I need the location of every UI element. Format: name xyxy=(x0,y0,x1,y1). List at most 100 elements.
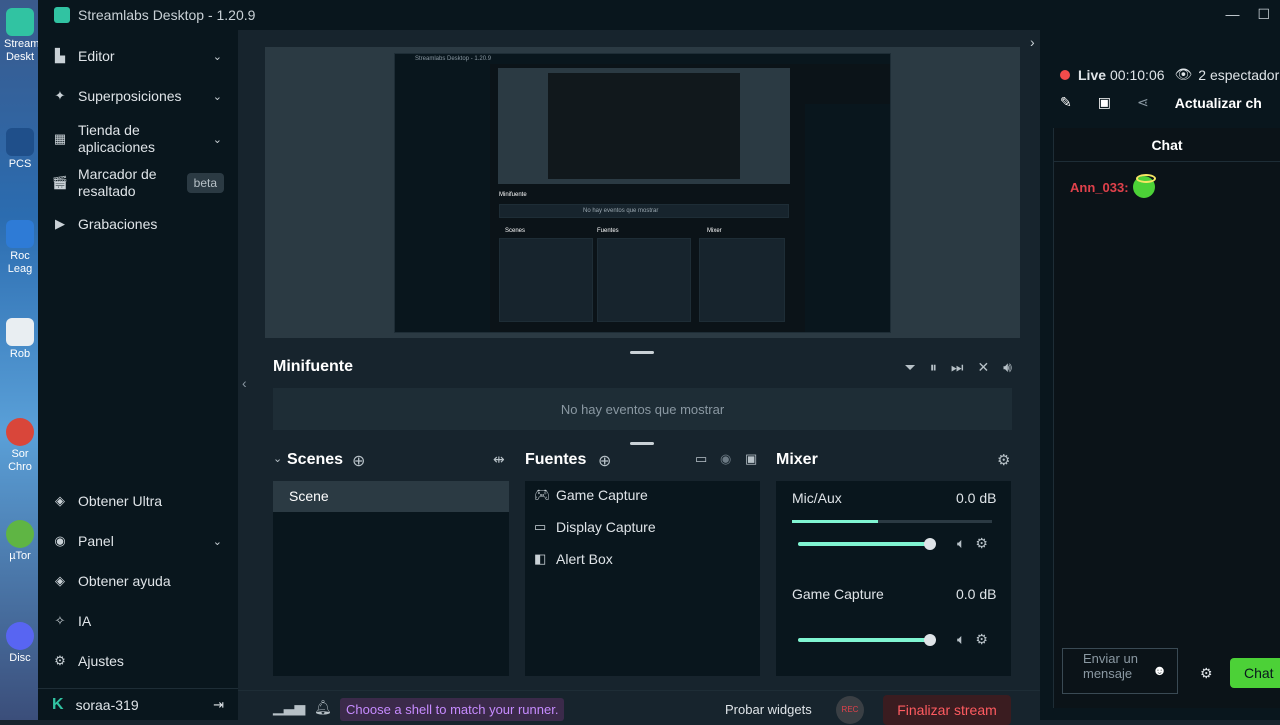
maximize-button[interactable]: ☐ xyxy=(1257,6,1270,23)
sources-panel xyxy=(525,481,760,676)
mixer-settings-gear-icon[interactable]: ⚙ xyxy=(997,451,1010,469)
preview-capture: Streamlabs Desktop - 1.20.9 Minifuente N… xyxy=(394,53,891,333)
sidebar-item-help[interactable]: ◈ Obtener ayuda xyxy=(38,571,238,591)
emoji-picker-icon[interactable]: ☻ xyxy=(1152,663,1167,678)
collapse-sidebar-icon[interactable]: ‹ xyxy=(242,375,247,391)
sidebar-item-settings[interactable]: ⚙ Ajustes xyxy=(38,651,238,671)
add-scene-icon[interactable]: ⊕ xyxy=(352,451,365,471)
mixer-title: Mixer xyxy=(776,451,818,468)
pause-icon[interactable]: ⏸ xyxy=(930,359,937,376)
folder-icon[interactable]: ▣ xyxy=(745,451,757,467)
mixer-channel-name: Game Capture xyxy=(792,586,884,602)
desktop-icon-rocket-league[interactable]: Roc Leag xyxy=(4,220,36,276)
source-camera-icon[interactable]: ◉ xyxy=(720,451,731,467)
live-indicator-icon xyxy=(1060,69,1070,80)
chat-input-placeholder: Enviar un mensaje xyxy=(1083,651,1138,681)
source-item[interactable]: 🎮︎ Game Capture xyxy=(534,487,648,503)
ai-sparkle-icon: ✧ xyxy=(54,613,66,628)
volume-slider[interactable] xyxy=(798,638,930,642)
source-item[interactable]: ▭ Display Capture xyxy=(534,519,656,535)
live-label: Live xyxy=(1078,66,1107,83)
minimize-button[interactable]: — xyxy=(1225,6,1239,23)
sidebar-item-dashboard[interactable]: ◉ Panel ⌄ xyxy=(38,531,238,551)
test-widgets-button[interactable]: Probar widgets xyxy=(725,702,812,717)
desktop-icon-chrome[interactable]: Sor Chro xyxy=(4,418,36,474)
logout-icon[interactable]: ⇥ xyxy=(213,697,224,713)
update-chat-button[interactable]: Actualizar ch xyxy=(1175,95,1262,111)
sidebar-item-label: Marcador de resaltado xyxy=(78,166,157,199)
dock-tools-row: ✎ ▣ ⋖ Actualizar ch xyxy=(1060,94,1280,111)
desktop-icon-label: Rob xyxy=(9,348,31,360)
notifications-bell-icon[interactable]: 🔔︎ xyxy=(314,699,332,716)
streamlabs-logo-icon xyxy=(54,7,70,23)
mute-alerts-icon[interactable]: ✕ xyxy=(977,359,989,376)
chat-header: Chat xyxy=(1054,128,1280,162)
volume-slider[interactable] xyxy=(798,542,930,546)
scene-transitions-icon[interactable]: ⇹ xyxy=(493,451,505,468)
sidebar-item-get-ultra[interactable]: ◈ Obtener Ultra xyxy=(38,491,238,511)
collapse-scenes-icon[interactable]: ⌄ xyxy=(273,452,282,465)
mixer-channel-controls: 🔈︎ ⚙ xyxy=(957,535,988,552)
end-stream-button[interactable]: Finalizar stream xyxy=(883,695,1011,725)
chat-username[interactable]: Ann_033 xyxy=(1070,180,1124,195)
volume-icon[interactable]: 🔊︎ xyxy=(1003,359,1012,376)
desktop-icon-pcs[interactable]: PCS xyxy=(4,128,36,171)
gamepad-icon: 🎮︎ xyxy=(534,487,551,502)
nested-minifeed-title: Minifuente xyxy=(499,192,527,198)
chat-settings-gear-icon[interactable]: ⚙ xyxy=(1200,665,1213,682)
channel-gear-icon[interactable]: ⚙ xyxy=(975,535,988,552)
volume-slider-knob[interactable] xyxy=(924,634,936,646)
sources-title: Fuentes xyxy=(525,451,587,468)
sidebar-item-recordings[interactable]: ▶ Grabaciones xyxy=(38,214,238,234)
sidebar-item-app-store[interactable]: ▦ Tienda de aplicaciones ⌄ xyxy=(38,122,238,156)
desktop-icon-label: Disc xyxy=(9,652,31,664)
chevron-down-icon[interactable]: ⌄ xyxy=(213,50,222,63)
monitor-icon: ▭ xyxy=(534,519,547,534)
source-item[interactable]: ◧ Alert Box xyxy=(534,551,613,567)
send-chat-button[interactable]: Chat xyxy=(1230,658,1280,688)
chat-message-input[interactable]: Enviar un mensaje ☻ xyxy=(1062,648,1178,694)
sidebar-item-highlighter[interactable]: 🎬︎ Marcador de resaltado beta xyxy=(38,166,238,200)
sidebar-item-label: Obtener Ultra xyxy=(78,493,163,509)
video-camera-icon[interactable]: ▣ xyxy=(1098,94,1111,111)
sidebar-item-ai[interactable]: ✧ IA xyxy=(38,611,238,631)
mixer-channel-db: 0.0 dB xyxy=(956,586,997,602)
scene-item[interactable]: Scene xyxy=(273,481,509,512)
speaker-icon[interactable]: 🔈︎ xyxy=(957,631,965,648)
skip-icon[interactable]: ⏭ xyxy=(951,359,964,376)
desktop-icon-roblox[interactable]: Rob xyxy=(4,318,36,361)
mixer-channel-controls: 🔈︎ ⚙ xyxy=(957,631,988,648)
performance-stats-icon[interactable]: ▁▃▅ xyxy=(273,699,305,716)
stream-preview[interactable]: Streamlabs Desktop - 1.20.9 Minifuente N… xyxy=(265,47,1020,338)
resize-handle[interactable] xyxy=(630,351,654,354)
user-account-row[interactable]: K soraa-319 ⇥ xyxy=(38,688,238,720)
speaker-icon[interactable]: 🔈︎ xyxy=(957,535,965,552)
minifeed-events: No hay eventos que mostrar xyxy=(273,388,1012,430)
sidebar-item-label: Panel xyxy=(78,533,114,549)
share-icon[interactable]: ⋖ xyxy=(1137,94,1149,111)
source-label: Display Capture xyxy=(556,519,656,535)
nested-sources-title: Fuentes xyxy=(597,228,619,234)
desktop-icon-utorrent[interactable]: µTor xyxy=(4,520,36,563)
chevron-down-icon[interactable]: ⌄ xyxy=(213,133,222,146)
desktop-icon-streamlabs[interactable]: Stream Deskt xyxy=(4,8,39,64)
chevron-down-icon[interactable]: ⌄ xyxy=(213,90,222,103)
resize-handle[interactable] xyxy=(630,442,654,445)
expand-dock-icon[interactable]: › xyxy=(1030,34,1035,50)
edit-stream-info-icon[interactable]: ✎ xyxy=(1060,94,1072,111)
volume-slider-knob[interactable] xyxy=(924,538,936,550)
scenes-title: Scenes xyxy=(287,451,344,468)
chevron-down-icon[interactable]: ⌄ xyxy=(213,535,222,548)
window-title: Streamlabs Desktop - 1.20.9 xyxy=(78,7,256,23)
sidebar-item-editor[interactable]: ▙ Editor ⌄ xyxy=(38,46,238,66)
channel-gear-icon[interactable]: ⚙ xyxy=(975,631,988,648)
source-display-icon[interactable]: ▭ xyxy=(695,451,707,467)
filter-icon[interactable]: ⏷ xyxy=(905,359,916,376)
chat-panel: Chat Ann_033 : Enviar un mensaje ☻ ⚙ Cha… xyxy=(1053,128,1280,708)
nested-scenes-title: Scenes xyxy=(505,228,526,234)
window-controls: — ☐ xyxy=(1225,6,1270,23)
desktop-icon-discord[interactable]: Disc xyxy=(4,622,36,665)
add-source-icon[interactable]: ⊕ xyxy=(598,451,611,471)
notification-message[interactable]: Choose a shell to match your runner. xyxy=(340,698,565,721)
sidebar-item-overlays[interactable]: ✦ Superposiciones ⌄ xyxy=(38,86,238,106)
